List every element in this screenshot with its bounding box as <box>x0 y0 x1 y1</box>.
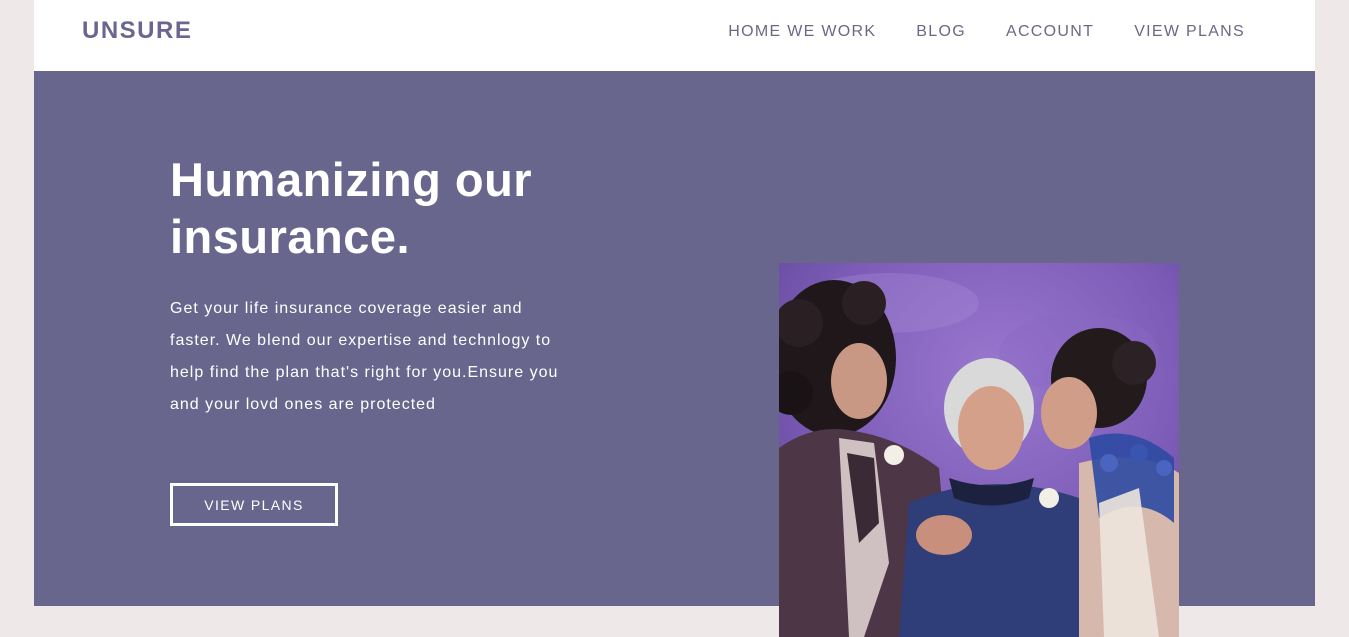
main-nav: HOME WE WORK BLOG ACCOUNT VIEW PLANS <box>728 22 1245 42</box>
hero-headline: Humanizing our insurance. <box>170 153 533 263</box>
brand-logo[interactable]: UNSURE <box>82 17 192 45</box>
view-plans-button[interactable]: VIEW PLANS <box>170 483 338 526</box>
nav-item-blog[interactable]: BLOG <box>916 22 966 42</box>
nav-item-view-plans[interactable]: VIEW PLANS <box>1134 22 1245 42</box>
nav-item-account[interactable]: ACCOUNT <box>1006 22 1094 42</box>
hero-description: Get your life insurance coverage easier … <box>170 300 559 413</box>
hero-family-photo <box>779 263 1179 637</box>
navbar: UNSURE HOME WE WORK BLOG ACCOUNT VIEW PL… <box>34 0 1315 71</box>
nav-item-home-we-work[interactable]: HOME WE WORK <box>728 22 876 42</box>
